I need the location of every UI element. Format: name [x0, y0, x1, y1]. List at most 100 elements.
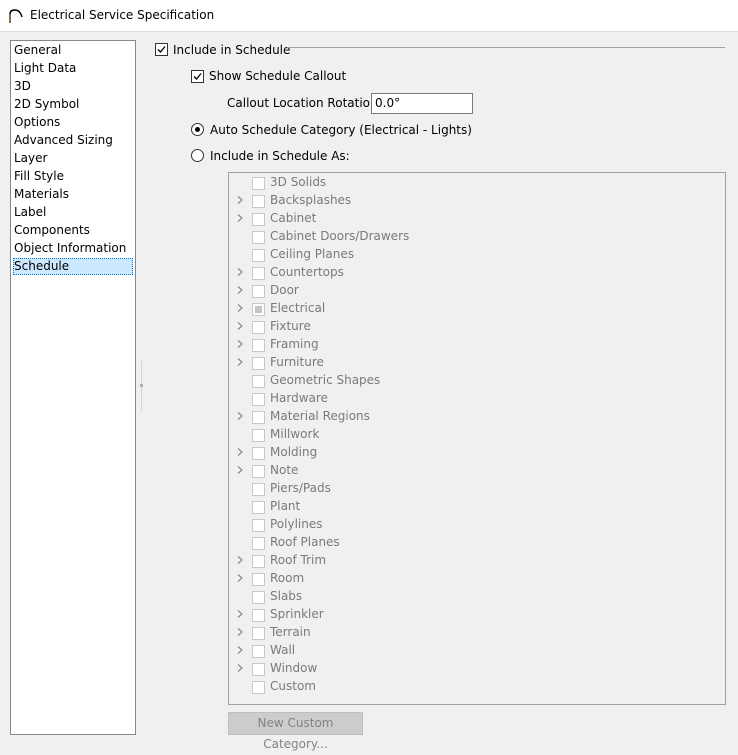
category-row[interactable]: Electrical — [229, 300, 719, 318]
new-custom-category-button[interactable]: New Custom Category... — [228, 712, 363, 751]
nav-item-materials[interactable]: Materials — [13, 186, 71, 203]
nav-item-advanced-sizing[interactable]: Advanced Sizing — [13, 132, 115, 149]
category-row[interactable]: Framing — [229, 336, 719, 354]
category-checkbox[interactable] — [252, 555, 265, 568]
chevron-right-icon[interactable] — [235, 321, 245, 331]
nav-item-3d[interactable]: 3D — [13, 78, 33, 95]
chevron-right-icon[interactable] — [235, 447, 245, 457]
category-checkbox[interactable] — [252, 663, 265, 676]
category-checkbox[interactable] — [252, 627, 265, 640]
category-checkbox[interactable] — [252, 321, 265, 334]
category-row[interactable]: 3D Solids — [229, 174, 719, 192]
nav-item-options[interactable]: Options — [13, 114, 62, 131]
category-checkbox[interactable] — [252, 339, 265, 352]
include-in-schedule-as-label[interactable]: Include in Schedule As: — [210, 149, 350, 163]
category-checkbox[interactable] — [252, 303, 265, 316]
chevron-right-icon[interactable] — [235, 357, 245, 367]
auto-schedule-category-label[interactable]: Auto Schedule Category (Electrical - Lig… — [210, 123, 472, 137]
category-checkbox[interactable] — [252, 393, 265, 406]
category-row[interactable]: Cabinet Doors/Drawers — [229, 228, 719, 246]
category-row[interactable]: Polylines — [229, 516, 719, 534]
category-checkbox[interactable] — [252, 681, 265, 694]
category-checkbox[interactable] — [252, 285, 265, 298]
category-row[interactable]: Hardware — [229, 390, 719, 408]
nav-item-general[interactable]: General — [13, 42, 63, 59]
category-row[interactable]: Cabinet — [229, 210, 719, 228]
category-row[interactable]: Fixture — [229, 318, 719, 336]
category-row[interactable]: Molding — [229, 444, 719, 462]
category-nav-list[interactable]: General Light Data 3D 2D Symbol Options Advan… — [10, 40, 136, 735]
category-checkbox[interactable] — [252, 483, 265, 496]
auto-schedule-category-radio[interactable] — [191, 123, 204, 136]
nav-item-light-data[interactable]: Light Data — [13, 60, 78, 77]
panel-splitter[interactable] — [140, 361, 143, 411]
category-checkbox[interactable] — [252, 645, 265, 658]
category-checkbox[interactable] — [252, 501, 265, 514]
category-row[interactable]: Roof Trim — [229, 552, 719, 570]
chevron-right-icon[interactable] — [235, 465, 245, 475]
category-checkbox[interactable] — [252, 591, 265, 604]
include-in-schedule-as-radio[interactable] — [191, 149, 204, 162]
category-checkbox[interactable] — [252, 465, 265, 478]
nav-item-object-information[interactable]: Object Information — [13, 240, 128, 257]
category-row[interactable]: Slabs — [229, 588, 719, 606]
chevron-right-icon[interactable] — [235, 645, 245, 655]
chevron-right-icon[interactable] — [235, 555, 245, 565]
category-checkbox[interactable] — [252, 573, 265, 586]
category-row[interactable]: Wall — [229, 642, 719, 660]
category-row[interactable]: Material Regions — [229, 408, 719, 426]
chevron-right-icon[interactable] — [235, 339, 245, 349]
category-row[interactable]: Backsplashes — [229, 192, 719, 210]
category-row[interactable]: Plant — [229, 498, 719, 516]
nav-item-label[interactable]: Label — [13, 204, 48, 221]
category-row[interactable]: Window — [229, 660, 719, 678]
category-checkbox[interactable] — [252, 177, 265, 190]
category-row[interactable]: Custom — [229, 678, 719, 696]
category-checkbox[interactable] — [252, 609, 265, 622]
show-schedule-callout-label[interactable]: Show Schedule Callout — [209, 69, 346, 83]
chevron-right-icon[interactable] — [235, 627, 245, 637]
category-checkbox[interactable] — [252, 429, 265, 442]
chevron-right-icon[interactable] — [235, 663, 245, 673]
category-checkbox[interactable] — [252, 375, 265, 388]
category-row[interactable]: Room — [229, 570, 719, 588]
category-row[interactable]: Ceiling Planes — [229, 246, 719, 264]
category-checkbox[interactable] — [252, 411, 265, 424]
nav-item-layer[interactable]: Layer — [13, 150, 49, 167]
chevron-right-icon[interactable] — [235, 609, 245, 619]
category-row[interactable]: Countertops — [229, 264, 719, 282]
category-row[interactable]: Furniture — [229, 354, 719, 372]
category-row[interactable]: Sprinkler — [229, 606, 719, 624]
chevron-right-icon[interactable] — [235, 267, 245, 277]
category-row[interactable]: Door — [229, 282, 719, 300]
chevron-right-icon[interactable] — [235, 303, 245, 313]
nav-item-2d-symbol[interactable]: 2D Symbol — [13, 96, 81, 113]
category-checkbox[interactable] — [252, 519, 265, 532]
category-row[interactable]: Geometric Shapes — [229, 372, 719, 390]
nav-item-schedule[interactable]: Schedule — [13, 258, 133, 275]
category-checkbox[interactable] — [252, 447, 265, 460]
category-checkbox[interactable] — [252, 357, 265, 370]
category-checkbox[interactable] — [252, 213, 265, 226]
category-checkbox[interactable] — [252, 537, 265, 550]
include-in-schedule-checkbox[interactable] — [155, 43, 168, 56]
category-row[interactable]: Roof Planes — [229, 534, 719, 552]
nav-item-components[interactable]: Components — [13, 222, 92, 239]
category-checkbox[interactable] — [252, 249, 265, 262]
chevron-right-icon[interactable] — [235, 213, 245, 223]
category-row[interactable]: Piers/Pads — [229, 480, 719, 498]
category-row[interactable]: Note — [229, 462, 719, 480]
chevron-right-icon[interactable] — [235, 573, 245, 583]
category-row[interactable]: Terrain — [229, 624, 719, 642]
chevron-right-icon[interactable] — [235, 195, 245, 205]
chevron-right-icon[interactable] — [235, 285, 245, 295]
schedule-category-tree[interactable]: 3D Solids Backsplashes Cabinet Cabinet Door… — [228, 172, 726, 705]
show-schedule-callout-checkbox[interactable] — [191, 70, 204, 83]
category-checkbox[interactable] — [252, 195, 265, 208]
chevron-right-icon[interactable] — [235, 411, 245, 421]
category-checkbox[interactable] — [252, 231, 265, 244]
callout-rotation-input[interactable]: 0.0° — [371, 93, 473, 114]
include-in-schedule-label[interactable]: Include in Schedule — [173, 43, 290, 57]
nav-item-fill-style[interactable]: Fill Style — [13, 168, 66, 185]
category-checkbox[interactable] — [252, 267, 265, 280]
